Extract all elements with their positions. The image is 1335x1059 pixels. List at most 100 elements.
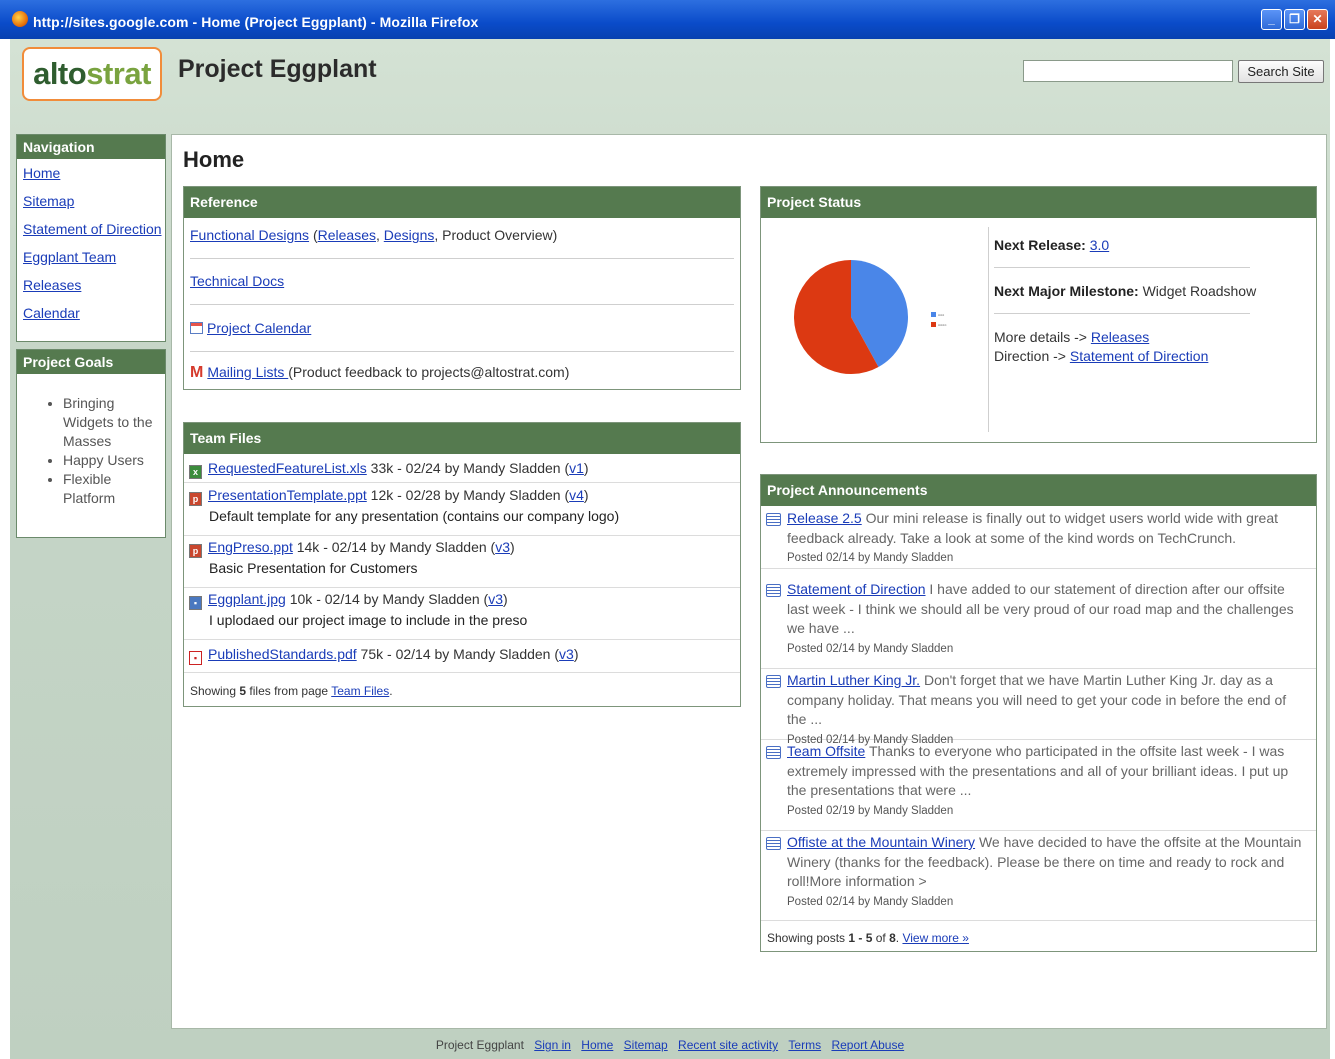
- announcement-body: Statement of Direction I have added to o…: [787, 580, 1307, 659]
- nav-link-statement-of-direction[interactable]: Statement of Direction: [23, 219, 165, 243]
- file-meta-close: ): [583, 460, 589, 476]
- releases-link[interactable]: Releases: [318, 227, 376, 243]
- footer-text: Showing: [190, 684, 240, 698]
- footer-text: Showing posts: [767, 931, 849, 945]
- footer-link-sitemap[interactable]: Sitemap: [624, 1038, 668, 1052]
- announcement-title-link[interactable]: Offiste at the Mountain Winery: [787, 834, 975, 850]
- reference-panel: Reference Functional Designs (Releases, …: [183, 186, 741, 390]
- files-footer: Showing 5 files from page Team Files.: [190, 684, 393, 698]
- announcement-item: Release 2.5 Our mini release is finally …: [761, 507, 1316, 569]
- announcement-item: Team Offsite Thanks to everyone who part…: [761, 740, 1316, 831]
- team-files-panel: Team Files x RequestedFeatureList.xls 33k…: [183, 422, 741, 707]
- minimize-icon[interactable]: _: [1261, 9, 1282, 30]
- nav-link-releases[interactable]: Releases: [23, 275, 165, 299]
- file-version-link[interactable]: v3: [559, 646, 574, 662]
- file-version-link[interactable]: v3: [488, 591, 503, 607]
- mailing-lists-row: M Mailing Lists (Product feedback to proj…: [190, 364, 734, 382]
- mailing-lists-link[interactable]: Mailing Lists: [207, 364, 288, 380]
- technical-docs-row: Technical Docs: [190, 273, 734, 289]
- next-release-row: Next Release: 3.0: [994, 237, 1109, 253]
- announcement-icon: [766, 513, 781, 526]
- file-version-link[interactable]: v4: [569, 487, 584, 503]
- pie-legend-item: ▫▫▫: [931, 312, 944, 319]
- goal-item: Bringing Widgets to the Masses: [63, 394, 165, 451]
- nav-link-eggplant-team[interactable]: Eggplant Team: [23, 247, 165, 271]
- footer-link-terms[interactable]: Terms: [788, 1038, 821, 1052]
- file-link[interactable]: Eggplant.jpg: [208, 591, 286, 607]
- footer-link-report-abuse[interactable]: Report Abuse: [831, 1038, 904, 1052]
- announcement-icon: [766, 584, 781, 597]
- announcement-posted: Posted 02/14 by Mandy Sladden: [787, 552, 954, 564]
- window-titlebar: http://sites.google.com - Home (Project …: [0, 0, 1335, 39]
- technical-docs-link[interactable]: Technical Docs: [190, 273, 284, 289]
- milestone-value: Widget Roadshow: [1138, 283, 1257, 299]
- maximize-icon[interactable]: ❐: [1284, 9, 1305, 30]
- search-site-button[interactable]: Search Site: [1238, 60, 1324, 83]
- statement-of-direction-link[interactable]: Statement of Direction: [1070, 348, 1209, 364]
- announcement-title-link[interactable]: Team Offsite: [787, 743, 865, 759]
- navigation-heading: Navigation: [17, 135, 165, 159]
- next-release-link[interactable]: 3.0: [1090, 237, 1109, 253]
- legend-swatch-red: [931, 322, 936, 327]
- file-link[interactable]: PresentationTemplate.ppt: [208, 487, 367, 503]
- calendar-icon: [190, 322, 203, 334]
- logo-text-alto: alto: [33, 56, 87, 91]
- search-input[interactable]: [1023, 60, 1233, 82]
- file-link[interactable]: EngPreso.ppt: [208, 539, 293, 555]
- footer-text: files from page: [246, 684, 332, 698]
- announcement-body: Offiste at the Mountain Winery We have d…: [787, 833, 1307, 912]
- site-logo[interactable]: altostrat: [22, 47, 162, 101]
- footer-link-recent-activity[interactable]: Recent site activity: [678, 1038, 778, 1052]
- announcement-title-link[interactable]: Martin Luther King Jr.: [787, 672, 920, 688]
- file-row: p PresentationTemplate.ppt 12k - 02/28 by…: [184, 484, 740, 536]
- announcements-footer: Showing posts 1 - 5 of 8. View more »: [767, 931, 969, 945]
- close-icon[interactable]: ✕: [1307, 9, 1328, 30]
- designs-link[interactable]: Designs: [384, 227, 435, 243]
- announcement-title-link[interactable]: Release 2.5: [787, 510, 862, 526]
- file-link[interactable]: RequestedFeatureList.xls: [208, 460, 367, 476]
- announcement-title-link[interactable]: Statement of Direction: [787, 581, 926, 597]
- project-calendar-link[interactable]: Project Calendar: [207, 320, 311, 336]
- more-details-row: More details -> Releases: [994, 329, 1149, 345]
- project-goals-heading: Project Goals: [17, 350, 165, 374]
- nav-link-calendar[interactable]: Calendar: [23, 303, 165, 327]
- file-row: x RequestedFeatureList.xls 33k - 02/24 by…: [184, 455, 740, 483]
- posts-range: 1 - 5: [848, 931, 873, 945]
- file-link[interactable]: PublishedStandards.pdf: [208, 646, 357, 662]
- announcement-icon: [766, 746, 781, 759]
- announcement-body: Martin Luther King Jr. Don't forget that…: [787, 671, 1307, 750]
- file-version-link[interactable]: v1: [569, 460, 584, 476]
- announcement-body: Release 2.5 Our mini release is finally …: [787, 509, 1307, 568]
- direction-text: Direction ->: [994, 348, 1070, 364]
- main-content: Home Reference Functional Designs (Relea…: [171, 134, 1327, 1029]
- file-meta: 75k - 02/14 by Mandy Sladden (: [356, 646, 560, 662]
- window-title: http://sites.google.com - Home (Project …: [33, 14, 479, 30]
- file-meta: 33k - 02/24 by Mandy Sladden (: [366, 460, 570, 476]
- direction-row: Direction -> Statement of Direction: [994, 348, 1208, 364]
- project-goals-box: Project Goals Bringing Widgets to the Ma…: [16, 349, 166, 538]
- nav-link-sitemap[interactable]: Sitemap: [23, 191, 165, 215]
- navigation-box: Navigation Home Sitemap Statement of Dir…: [16, 134, 166, 342]
- next-release-label: Next Release:: [994, 237, 1086, 253]
- announcement-posted: Posted 02/14 by Mandy Sladden: [787, 895, 954, 908]
- status-pie-chart: [794, 260, 908, 374]
- announcement-body: Team Offsite Thanks to everyone who part…: [787, 742, 1307, 821]
- file-version-link[interactable]: v3: [495, 539, 510, 555]
- nav-link-home[interactable]: Home: [23, 163, 165, 187]
- view-more-link[interactable]: View more »: [902, 931, 968, 945]
- logo-text-strat: strat: [86, 56, 151, 91]
- file-meta-close: ): [573, 646, 579, 662]
- footer-link-home[interactable]: Home: [581, 1038, 613, 1052]
- file-meta-close: ): [509, 539, 515, 555]
- posts-total: 8: [889, 931, 896, 945]
- announcement-item: Offiste at the Mountain Winery We have d…: [761, 831, 1316, 921]
- team-files-link[interactable]: Team Files: [331, 684, 389, 698]
- gmail-icon: M: [190, 364, 204, 381]
- footer-link-sign-in[interactable]: Sign in: [534, 1038, 571, 1052]
- reference-heading: Reference: [184, 187, 740, 218]
- project-status-panel: Project Status ▫▫▫ ▫▫▫▫ Next Release: 3.…: [760, 186, 1317, 443]
- functional-designs-link[interactable]: Functional Designs: [190, 227, 309, 243]
- project-announcements-heading: Project Announcements: [761, 475, 1316, 506]
- site-title[interactable]: Project Eggplant: [178, 55, 377, 84]
- status-releases-link[interactable]: Releases: [1091, 329, 1149, 345]
